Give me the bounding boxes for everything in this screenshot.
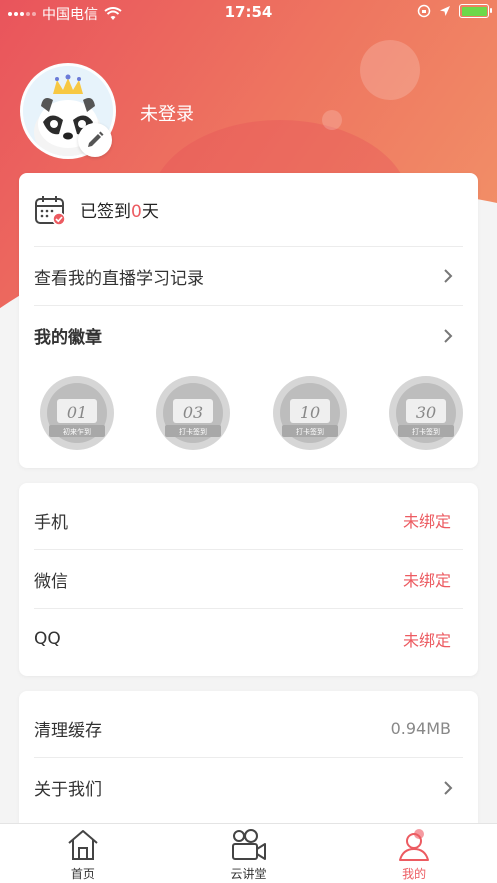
bind-qq-status: 未绑定 bbox=[402, 630, 451, 650]
badge-caption: 打卡签到 bbox=[179, 427, 207, 436]
login-status[interactable]: 未登录 bbox=[140, 100, 194, 126]
badge-caption: 初来乍到 bbox=[63, 427, 91, 436]
home-icon bbox=[68, 830, 98, 860]
status-bar: 中国电信 17:54 bbox=[0, 0, 497, 26]
tab-bar: 首页 云讲堂 我的 bbox=[0, 823, 497, 883]
badge-medal-icon: 01 初来乍到 bbox=[40, 376, 114, 450]
orientation-lock-icon bbox=[417, 4, 431, 18]
badge-medal-icon: 03 打卡签到 bbox=[156, 376, 231, 450]
tab-home[interactable]: 首页 bbox=[0, 824, 166, 883]
location-icon bbox=[440, 6, 450, 16]
bind-wechat-label: 微信 bbox=[34, 571, 68, 592]
badge-number: 10 bbox=[299, 403, 319, 422]
live-record-row[interactable]: 查看我的直播学习记录 bbox=[34, 247, 463, 306]
badge-caption: 打卡签到 bbox=[296, 427, 324, 436]
live-record-label: 查看我的直播学习记录 bbox=[34, 268, 204, 289]
about-us-label: 关于我们 bbox=[34, 780, 102, 800]
tab-lecture-label: 云讲堂 bbox=[230, 867, 267, 881]
settings-card: 清理缓存 0.94MB 关于我们 bbox=[19, 691, 478, 841]
badge-number: 01 bbox=[67, 403, 87, 422]
bind-phone-row[interactable]: 手机 未绑定 bbox=[34, 491, 463, 550]
badge-item[interactable]: 30 打卡签到 bbox=[386, 373, 466, 453]
header-bubble bbox=[360, 40, 420, 100]
badge-item[interactable]: 03 打卡签到 bbox=[153, 373, 233, 453]
bind-wechat-status: 未绑定 bbox=[402, 571, 451, 590]
header-bubble bbox=[322, 110, 342, 130]
badge-medal-icon: 10 打卡签到 bbox=[272, 376, 347, 450]
bind-qq-label: QQ bbox=[34, 628, 61, 649]
chevron-right-icon bbox=[444, 780, 453, 795]
video-camera-icon bbox=[231, 829, 266, 860]
badge-item[interactable]: 01 初来乍到 bbox=[37, 373, 117, 453]
cache-size: 0.94MB bbox=[390, 718, 451, 738]
edit-avatar-button[interactable] bbox=[78, 123, 112, 157]
badge-medal-icon: 30 打卡签到 bbox=[388, 376, 463, 450]
clear-cache-row[interactable]: 清理缓存 0.94MB bbox=[34, 699, 463, 758]
bind-phone-label: 手机 bbox=[34, 512, 68, 533]
profile-card: 已签到0天 查看我的直播学习记录 我的徽章 01 初来乍到 03 打卡签到 10… bbox=[19, 173, 478, 468]
pencil-icon bbox=[88, 131, 104, 147]
badge-number: 30 bbox=[416, 403, 436, 422]
chevron-right-icon bbox=[444, 328, 453, 343]
badge-item[interactable]: 10 打卡签到 bbox=[270, 373, 350, 453]
about-us-row[interactable]: 关于我们 bbox=[34, 758, 463, 817]
chevron-right-icon bbox=[444, 269, 453, 283]
calendar-icon bbox=[35, 195, 66, 226]
battery-icon bbox=[459, 4, 492, 18]
checkin-count: 0 bbox=[131, 202, 142, 222]
bind-qq-row[interactable]: QQ 未绑定 bbox=[34, 609, 463, 668]
badge-number: 03 bbox=[183, 403, 203, 422]
bind-phone-status: 未绑定 bbox=[402, 512, 451, 531]
clear-cache-label: 清理缓存 bbox=[34, 720, 102, 741]
checkin-row[interactable]: 已签到0天 bbox=[34, 173, 463, 247]
account-binding-card: 手机 未绑定 微信 未绑定 QQ 未绑定 bbox=[19, 483, 478, 676]
bind-wechat-row[interactable]: 微信 未绑定 bbox=[34, 550, 463, 609]
checkin-text: 已签到0天 bbox=[80, 202, 159, 222]
badge-caption: 打卡签到 bbox=[412, 427, 440, 436]
tab-lecture[interactable]: 云讲堂 bbox=[166, 824, 332, 883]
tab-mine[interactable]: 我的 bbox=[331, 824, 497, 883]
tab-mine-label: 我的 bbox=[402, 867, 427, 881]
my-badges-row[interactable]: 我的徽章 bbox=[34, 306, 463, 365]
user-icon bbox=[399, 829, 430, 861]
tab-home-label: 首页 bbox=[70, 867, 95, 881]
my-badges-label: 我的徽章 bbox=[34, 328, 102, 348]
badge-list: 01 初来乍到 03 打卡签到 10 打卡签到 30 打卡签到 bbox=[19, 373, 478, 453]
